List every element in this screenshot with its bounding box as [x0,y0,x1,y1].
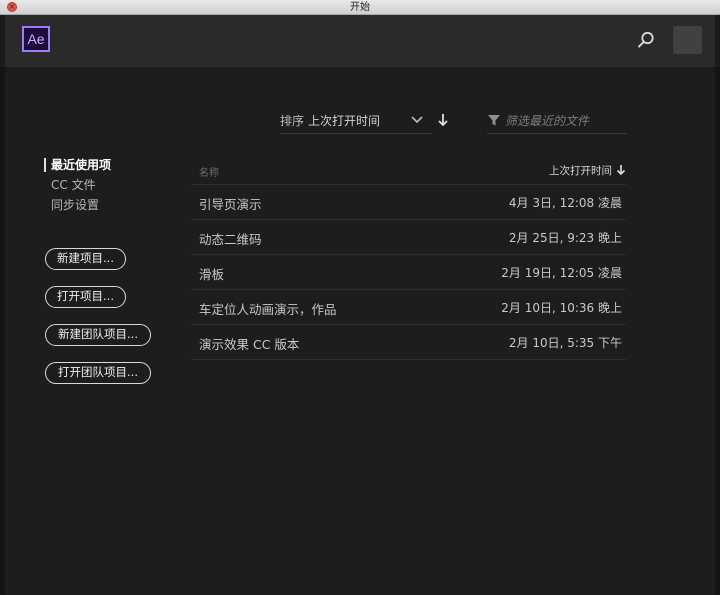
new-team-project-button[interactable]: 新建团队项目... [45,324,151,346]
file-last-opened: 2月 10日, 10:36 晚上 [501,301,622,315]
file-name: 动态二维码 [199,232,262,247]
nav-item-recent[interactable]: 最近使用项 [43,155,111,175]
ae-logo: Ae [22,26,50,52]
file-name: 引导页演示 [199,197,262,212]
right-window-edge [715,67,720,595]
column-header-last-opened[interactable]: 上次打开时间 [549,163,612,178]
table-header: 名称 上次打开时间 [191,156,626,185]
chevron-down-icon[interactable] [410,114,424,126]
table-row[interactable]: 演示效果 CC 版本 2月 10日, 5:35 下午 [191,325,626,360]
sort-dropdown[interactable]: 上次打开时间 [308,112,380,129]
table-row[interactable]: 引导页演示 4月 3日, 12:08 凌晨 [191,185,626,220]
table-row[interactable]: 动态二维码 2月 25日, 9:23 晚上 [191,220,626,255]
start-nav: 最近使用项 CC 文件 同步设置 [43,155,111,215]
start-screen-main: 排序 上次打开时间 最近使用项 CC 文件 同步设置 新建项目... 打开项目.… [5,67,715,595]
file-last-opened: 2月 25日, 9:23 晚上 [508,231,622,245]
app-header: Ae [5,15,715,67]
user-avatar[interactable] [673,26,702,54]
new-project-button[interactable]: 新建项目... [45,248,126,270]
column-header-name[interactable]: 名称 [199,164,219,179]
nav-item-cc-files[interactable]: CC 文件 [43,175,111,195]
filter-icon [488,115,500,126]
sort-direction-arrow-icon[interactable] [437,113,449,127]
search-icon[interactable] [636,30,656,50]
sort-underline [280,133,432,134]
table-row[interactable]: 滑板 2月 19日, 12:05 凌晨 [191,255,626,290]
table-row[interactable]: 车定位人动画演示，作品 2月 10日, 10:36 晚上 [191,290,626,325]
recent-files-table: 名称 上次打开时间 引导页演示 4月 3日, 12:08 凌晨 动态二维码 2月… [191,156,626,360]
file-name: 滑板 [199,267,225,282]
sort-descending-icon [616,165,626,176]
nav-item-sync-settings[interactable]: 同步设置 [43,195,111,215]
file-last-opened: 2月 10日, 5:35 下午 [508,336,622,350]
filter-input[interactable] [505,111,623,131]
file-last-opened: 4月 3日, 12:08 凌晨 [508,196,622,210]
file-name: 车定位人动画演示，作品 [199,302,337,317]
file-name: 演示效果 CC 版本 [199,337,300,352]
file-last-opened: 2月 19日, 12:05 凌晨 [501,266,622,280]
sort-label: 排序 [280,114,305,128]
open-project-button[interactable]: 打开项目... [45,286,126,308]
window-title: 开始 [350,2,370,13]
open-team-project-button[interactable]: 打开团队项目... [45,362,151,384]
window-titlebar: × 开始 [0,0,720,15]
filter-underline [487,133,627,134]
